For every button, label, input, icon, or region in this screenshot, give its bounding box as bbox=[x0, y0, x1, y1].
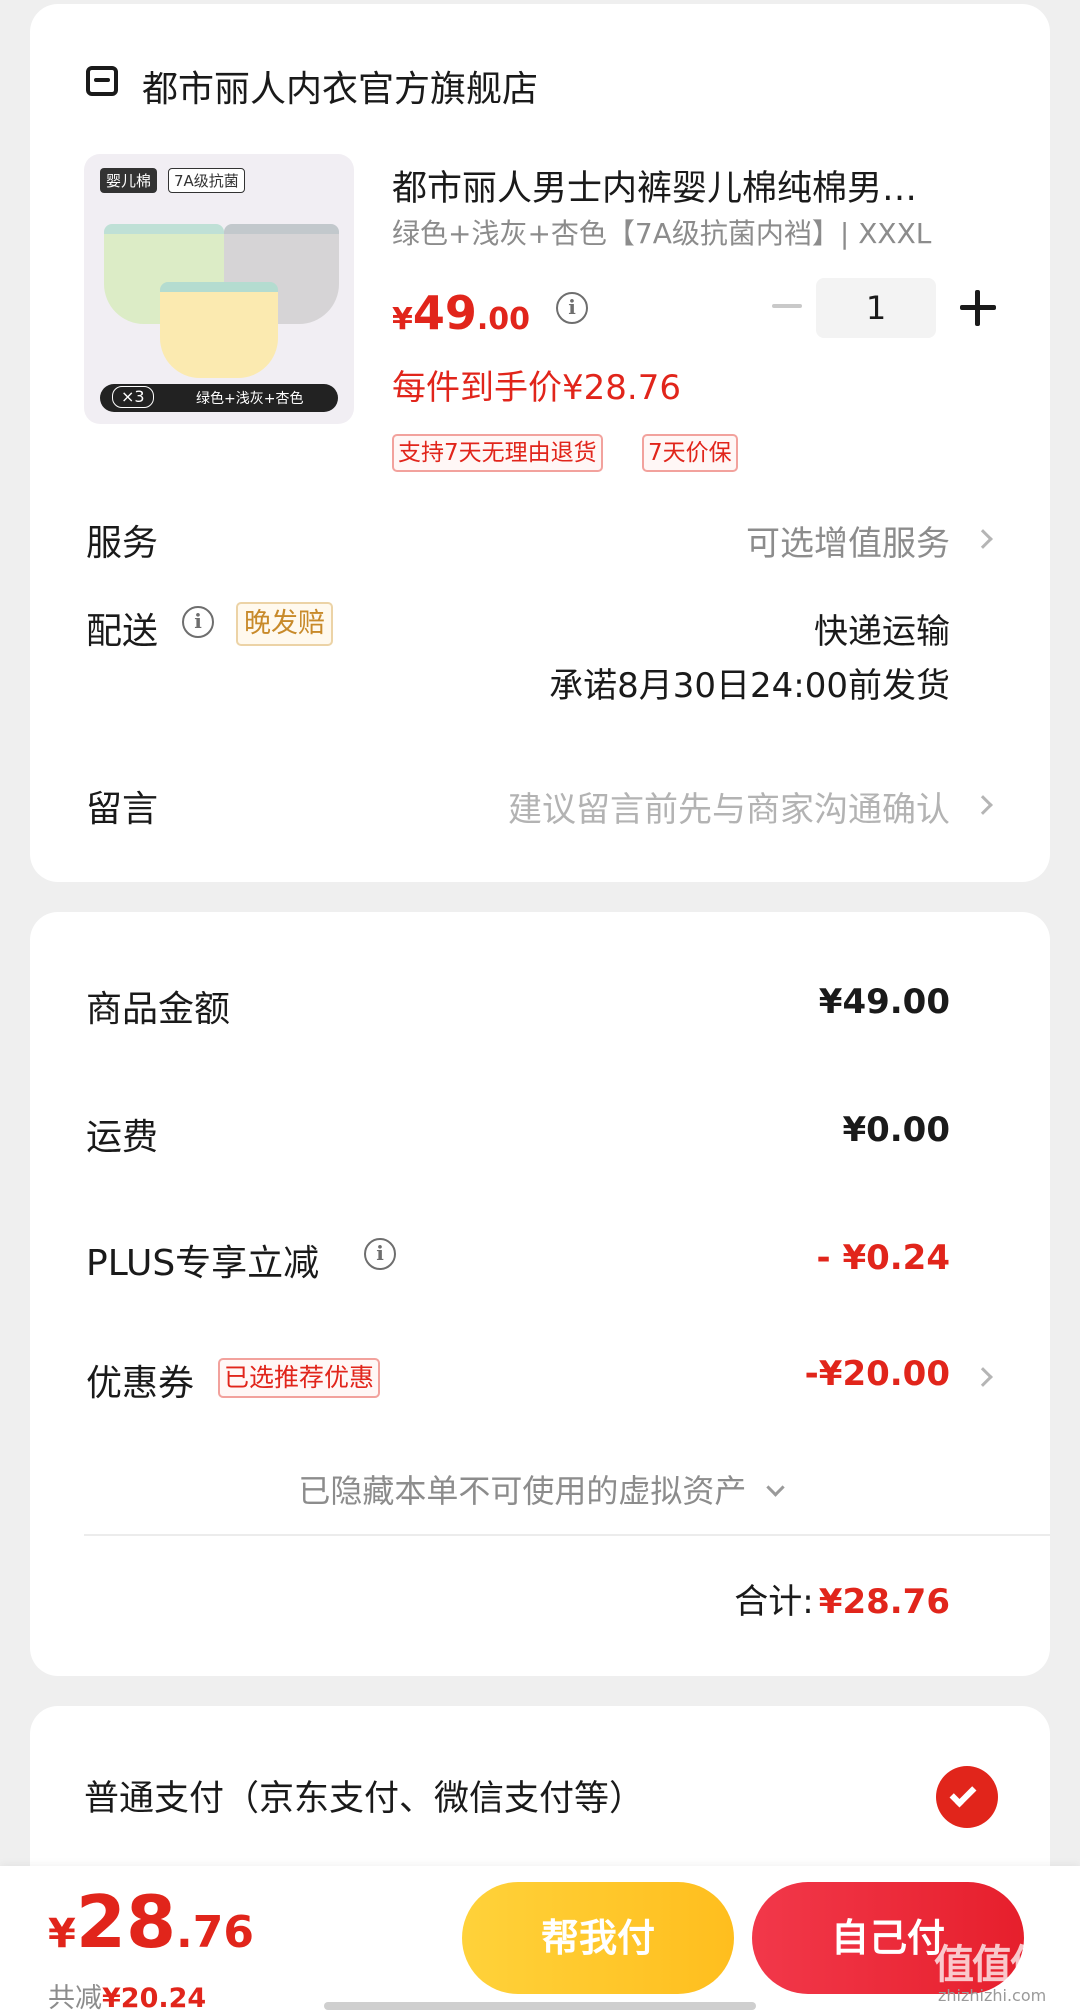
image-badge-antibacterial: 7A级抗菌 bbox=[168, 168, 245, 193]
pay-amount: ¥28.76 bbox=[48, 1880, 254, 1964]
message-chevron-icon[interactable] bbox=[973, 795, 993, 815]
plus-discount-label: PLUS专享立减 bbox=[86, 1243, 320, 1284]
delivery-label: 配送 bbox=[86, 611, 159, 652]
image-bottom-bar: ×3 绿色+浅灰+杏色 bbox=[100, 384, 338, 412]
saved-prefix: 共减 bbox=[48, 1983, 102, 2014]
pay-myself-label: 自己付 bbox=[830, 1916, 945, 1960]
service-value[interactable]: 可选增值服务 bbox=[746, 516, 950, 565]
message-label: 留言 bbox=[86, 789, 159, 830]
plus-info-icon[interactable]: i bbox=[364, 1238, 396, 1270]
total-value: ¥28.76 bbox=[818, 1582, 950, 1622]
quantity-increase-button[interactable] bbox=[960, 290, 996, 326]
watermark-logo: 值值值 bbox=[934, 1942, 1050, 1988]
image-count: ×3 bbox=[112, 386, 154, 408]
delivery-info-icon[interactable]: i bbox=[182, 606, 214, 638]
store-name[interactable]: 都市丽人内衣官方旗舰店 bbox=[142, 60, 538, 112]
home-indicator bbox=[324, 2002, 756, 2010]
price-symbol: ¥ bbox=[392, 302, 413, 337]
service-chevron-icon[interactable] bbox=[973, 529, 993, 549]
pay-amount-decimal: .76 bbox=[176, 1907, 254, 1958]
product-price: ¥49.00 bbox=[392, 286, 530, 340]
help-me-pay-label: 帮我付 bbox=[540, 1916, 655, 1960]
saved-amount: 共减¥20.24 bbox=[48, 1976, 206, 2014]
coupon-label[interactable]: 优惠券 bbox=[86, 1354, 194, 1406]
quantity-input[interactable]: 1 bbox=[816, 278, 936, 338]
goods-amount-label: 商品金额 bbox=[86, 989, 231, 1030]
hidden-assets-text: 已隐藏本单不可使用的虚拟资产 bbox=[298, 1472, 747, 1510]
hidden-assets-toggle[interactable]: 已隐藏本单不可使用的虚拟资产 bbox=[30, 1466, 1050, 1512]
chevron-down-icon bbox=[765, 1478, 785, 1497]
saved-value: ¥20.24 bbox=[102, 1983, 207, 2014]
price-protect-tag: 7天价保 bbox=[642, 434, 738, 472]
unit-price-text: 每件到手价¥28.76 bbox=[392, 368, 681, 408]
summary-divider bbox=[84, 1534, 1050, 1536]
coupon-value[interactable]: -¥20.00 bbox=[805, 1354, 950, 1394]
price-integer: 49 bbox=[412, 286, 477, 340]
shipping-value: ¥0.00 bbox=[842, 1110, 950, 1150]
order-card: 都市丽人内衣官方旗舰店 婴儿棉 7A级抗菌 ×3 绿色+浅灰+杏色 都市丽人男士… bbox=[30, 4, 1050, 882]
late-compensation-badge: 晚发赔 bbox=[236, 602, 333, 646]
message-input[interactable]: 建议留言前先与商家沟通确认 bbox=[508, 782, 950, 831]
product-title[interactable]: 都市丽人男士内裤婴儿棉纯棉男… bbox=[392, 160, 1012, 211]
pay-amount-symbol: ¥ bbox=[48, 1911, 76, 1957]
product-image[interactable]: 婴儿棉 7A级抗菌 ×3 绿色+浅灰+杏色 bbox=[84, 154, 354, 424]
help-me-pay-button[interactable]: 帮我付 bbox=[462, 1882, 734, 1994]
price-decimal: .00 bbox=[476, 302, 531, 337]
image-colors: 绿色+浅灰+杏色 bbox=[196, 391, 304, 407]
price-info-icon[interactable]: i bbox=[556, 292, 588, 324]
delivery-promise: 承诺8月30日24:00前发货 bbox=[549, 666, 950, 706]
delivery-method[interactable]: 快递运输 bbox=[814, 604, 950, 653]
quantity-decrease-button[interactable] bbox=[772, 304, 802, 308]
payment-selected-check-icon[interactable] bbox=[936, 1766, 998, 1828]
total-label: 合计: bbox=[734, 1582, 814, 1622]
watermark-url: zhizhizhi.com bbox=[938, 1986, 1047, 2005]
goods-amount-value: ¥49.00 bbox=[818, 982, 950, 1022]
return-policy-tag: 支持7天无理由退货 bbox=[392, 434, 603, 472]
bottom-checkout-bar: ¥28.76 共减¥20.24 帮我付 自己付 值值值 zhizhizhi.co… bbox=[0, 1866, 1080, 2014]
plus-discount-value: - ¥0.24 bbox=[816, 1238, 951, 1278]
product-spec[interactable]: 绿色+浅灰+杏色【7A级抗菌内裆】| XXXL bbox=[392, 212, 931, 252]
payment-method-label[interactable]: 普通支付（京东支付、微信支付等） bbox=[84, 1770, 644, 1821]
image-badge-baby-cotton: 婴儿棉 bbox=[100, 168, 158, 193]
coupon-chevron-icon[interactable] bbox=[973, 1367, 993, 1387]
store-icon bbox=[86, 66, 118, 96]
coupon-selected-badge: 已选推荐优惠 bbox=[218, 1358, 381, 1398]
service-label: 服务 bbox=[86, 523, 159, 564]
total-row: 合计: ¥28.76 bbox=[734, 1574, 950, 1623]
underwear-apricot-shape bbox=[160, 282, 278, 378]
price-summary-card: 商品金额 ¥49.00 运费 ¥0.00 PLUS专享立减 i - ¥0.24 … bbox=[30, 912, 1050, 1676]
shipping-label: 运费 bbox=[86, 1117, 159, 1158]
pay-amount-integer: 28 bbox=[75, 1880, 177, 1964]
